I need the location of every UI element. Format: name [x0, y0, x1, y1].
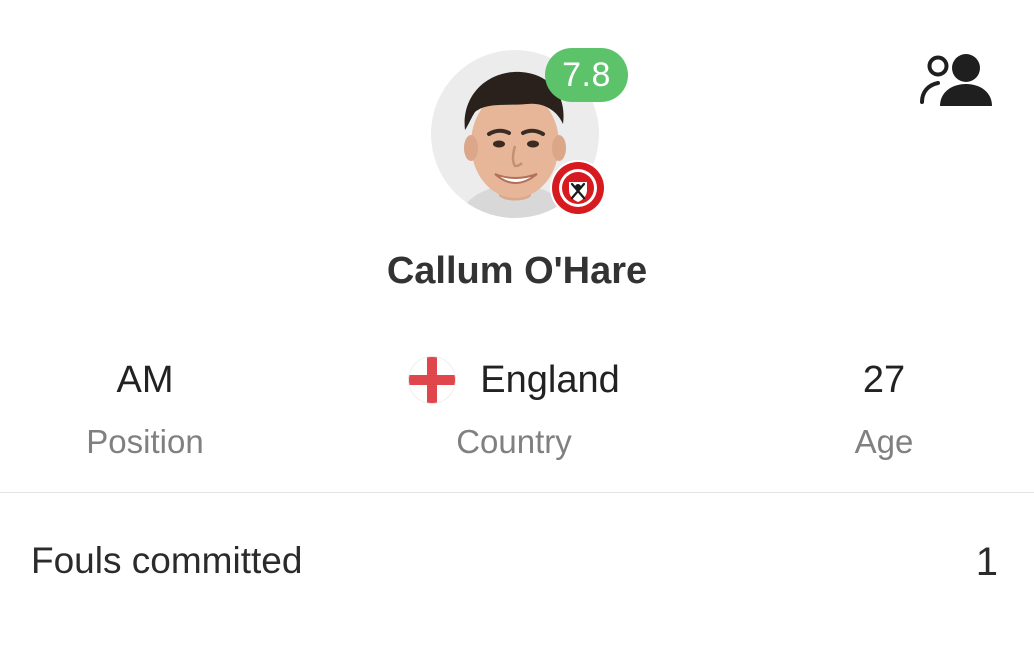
section-divider — [0, 492, 1034, 493]
compare-players-button[interactable] — [916, 48, 996, 112]
age-info: 27 Age — [734, 352, 1034, 470]
position-info: AM Position — [0, 352, 295, 470]
country-info: England Country — [364, 352, 664, 470]
people-compare-icon — [920, 54, 992, 106]
stat-row: Fouls committed 1 — [0, 520, 1034, 620]
position-value: AM — [116, 359, 174, 401]
stat-value: 1 — [975, 540, 998, 584]
position-label: Position — [86, 423, 204, 460]
stat-label: Fouls committed — [31, 540, 303, 581]
country-value-group: England — [408, 352, 620, 408]
country-value: England — [480, 359, 620, 401]
player-rating-badge: 7.8 — [545, 48, 628, 102]
player-name: Callum O'Hare — [386, 250, 648, 292]
sheffield-united-crest-icon — [552, 162, 604, 214]
age-label: Age — [854, 423, 914, 460]
club-badge — [550, 160, 606, 216]
england-flag-icon — [408, 356, 457, 404]
age-value: 27 — [862, 359, 906, 401]
country-label: Country — [456, 423, 572, 460]
player-header: 7.8 Callum O'Hare AM Position England Co… — [0, 0, 1034, 492]
